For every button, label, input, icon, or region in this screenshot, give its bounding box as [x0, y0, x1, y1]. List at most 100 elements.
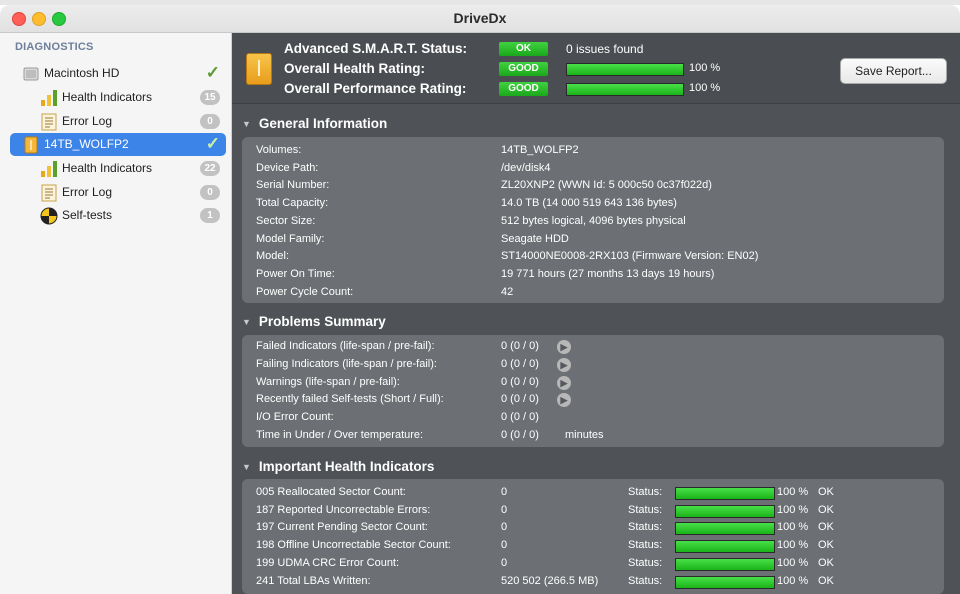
problem-unit: minutes	[565, 429, 604, 441]
sidebar-item-label: Health Indicators	[62, 90, 153, 104]
problems-summary-panel: Failed Indicators (life-span / pre-fail)…	[242, 335, 944, 447]
go-arrow-icon[interactable]: ▶	[557, 357, 571, 372]
indicator-state: OK	[818, 556, 834, 569]
info-value: ST14000NE0008-2RX103 (Firmware Version: …	[501, 250, 759, 263]
info-value: /dev/disk4	[501, 161, 551, 174]
indicator-level-bar	[675, 557, 775, 571]
indicator-value: 520 502 (266.5 MB)	[501, 574, 599, 587]
performance-rating-badge: GOOD	[499, 82, 548, 96]
count-badge: 1	[200, 208, 220, 223]
sidebar-item-error-log-14tb[interactable]: Error Log 0	[10, 181, 226, 204]
save-report-button[interactable]: Save Report...	[840, 58, 947, 84]
go-arrow-icon[interactable]: ▶	[557, 340, 571, 354]
disclosure-triangle-icon: ▼	[242, 119, 251, 129]
indicator-label: 241 Total LBAs Written:	[256, 574, 371, 587]
health-rating-percent: 100 %	[689, 62, 721, 74]
count-badge: 15	[200, 90, 220, 105]
count-badge: 0	[200, 185, 220, 200]
indicator-label: 187 Reported Uncorrectable Errors:	[256, 503, 431, 516]
problem-row: Warnings (life-span / pre-fail): 0 (0 / 0…	[256, 374, 596, 391]
section-title: Problems Summary	[258, 314, 386, 329]
self-test-icon	[40, 207, 58, 225]
check-icon: ✓	[205, 134, 220, 153]
indicator-percent: 100 %	[777, 556, 809, 569]
indicator-level-bar	[675, 575, 775, 589]
drive-icon	[246, 53, 272, 85]
info-value: ZL20XNP2 (WWN Id: 5 000c50 0c37f022d)	[501, 179, 712, 192]
go-arrow-icon[interactable]: ▶	[557, 393, 571, 408]
performance-rating-bar	[566, 83, 684, 96]
status-label: Status:	[628, 574, 663, 587]
indicator-state: OK	[818, 503, 834, 516]
problem-row: I/O Error Count: 0 (0 / 0)	[256, 409, 596, 426]
problem-row: Time in Under / Over temperature: 0 (0 / …	[256, 427, 636, 444]
problem-label: Recently failed Self-tests (Short / Full…	[256, 393, 444, 406]
status-label: Status:	[628, 503, 663, 516]
sidebar-heading: DIAGNOSTICS	[15, 41, 94, 53]
sidebar-item-label: Error Log	[62, 185, 113, 199]
general-information-header[interactable]: ▼ General Information	[242, 116, 387, 131]
problem-label: Time in Under / Over temperature:	[256, 429, 424, 441]
info-label: Total Capacity:	[256, 197, 329, 210]
problems-summary-header[interactable]: ▼ Problems Summary	[242, 314, 386, 329]
indicator-row[interactable]: 005 Reallocated Sector Count: 0 Status: …	[256, 484, 856, 501]
problem-value: 0 (0 / 0)	[501, 411, 539, 424]
performance-rating-bar-fill	[567, 84, 683, 95]
info-value: 14TB_WOLFP2	[501, 144, 579, 156]
indicator-row[interactable]: 199 UDMA CRC Error Count: 0 Status: 100 …	[256, 555, 856, 572]
indicator-level-fill	[676, 541, 774, 553]
bar-chart-icon	[40, 89, 58, 107]
document-icon	[40, 113, 58, 131]
sidebar-item-14tb-wolfp2[interactable]: 14TB_WOLFP2 ✓	[10, 133, 226, 156]
disclosure-triangle-icon: ▼	[242, 317, 251, 327]
indicator-label: 199 UDMA CRC Error Count:	[256, 556, 400, 569]
health-rating-label: Overall Health Rating:	[284, 61, 426, 76]
info-label: Power On Time:	[256, 267, 335, 280]
indicator-value: 0	[501, 556, 508, 569]
indicator-percent: 100 %	[777, 486, 809, 498]
check-icon: ✓	[205, 63, 220, 82]
main-panel: Advanced S.M.A.R.T. Status: OK 0 issues …	[232, 33, 960, 594]
sidebar-item-health-indicators-hd[interactable]: Health Indicators 15	[10, 86, 226, 109]
indicator-row[interactable]: 198 Offline Uncorrectable Sector Count: …	[256, 537, 856, 554]
status-header: Advanced S.M.A.R.T. Status: OK 0 issues …	[232, 33, 960, 104]
info-value: 14.0 TB (14 000 519 643 136 bytes)	[501, 197, 677, 210]
bar-chart-icon	[40, 160, 58, 178]
important-health-indicators-header[interactable]: ▼ Important Health Indicators	[242, 459, 434, 474]
indicator-value: 0	[501, 503, 508, 516]
external-disk-icon	[22, 136, 40, 154]
indicator-percent: 100 %	[777, 574, 809, 587]
info-label: Model:	[256, 250, 290, 263]
info-value: 42	[501, 285, 514, 298]
indicator-state: OK	[818, 539, 834, 552]
health-rating-bar	[566, 63, 684, 76]
status-label: Status:	[628, 486, 663, 498]
status-label: Status:	[628, 556, 663, 569]
health-rating-badge: GOOD	[499, 62, 548, 76]
indicator-level-fill	[676, 488, 774, 499]
info-label: Sector Size:	[256, 214, 316, 227]
sidebar-item-self-tests[interactable]: Self-tests 1	[10, 204, 226, 227]
general-information-panel: Volumes: 14TB_WOLFP2 Device Path: /dev/dis…	[242, 137, 944, 303]
info-value: 19 771 hours (27 months 13 days 19 hours…	[501, 267, 715, 280]
indicator-row[interactable]: 197 Current Pending Sector Count: 0 Stat…	[256, 519, 856, 536]
go-arrow-icon[interactable]: ▶	[557, 375, 571, 390]
indicator-row[interactable]: 187 Reported Uncorrectable Errors: 0 Sta…	[256, 502, 856, 519]
indicator-percent: 100 %	[777, 521, 809, 534]
indicator-percent: 100 %	[777, 503, 809, 516]
health-indicators-panel: 005 Reallocated Sector Count: 0 Status: …	[242, 479, 944, 594]
sidebar-item-label: 14TB_WOLFP2	[44, 137, 129, 151]
count-badge: 22	[200, 161, 220, 176]
indicator-label: 198 Offline Uncorrectable Sector Count:	[256, 539, 451, 552]
info-value: 512 bytes logical, 4096 bytes physical	[501, 214, 686, 227]
indicator-value: 0	[501, 486, 508, 498]
disclosure-triangle-icon: ▼	[242, 462, 251, 472]
problem-row: Failed Indicators (life-span / pre-fail)…	[256, 338, 596, 355]
sidebar-item-error-log-hd[interactable]: Error Log 0	[10, 110, 226, 133]
sidebar-item-health-indicators-14tb[interactable]: Health Indicators 22	[10, 157, 226, 180]
sidebar-item-macintosh-hd[interactable]: Macintosh HD ✓	[10, 62, 226, 85]
smart-status-badge: OK	[499, 42, 548, 56]
indicator-row[interactable]: 241 Total LBAs Written: 520 502 (266.5 M…	[256, 573, 856, 590]
indicator-level-bar	[675, 487, 775, 500]
info-label: Model Family:	[256, 232, 325, 245]
